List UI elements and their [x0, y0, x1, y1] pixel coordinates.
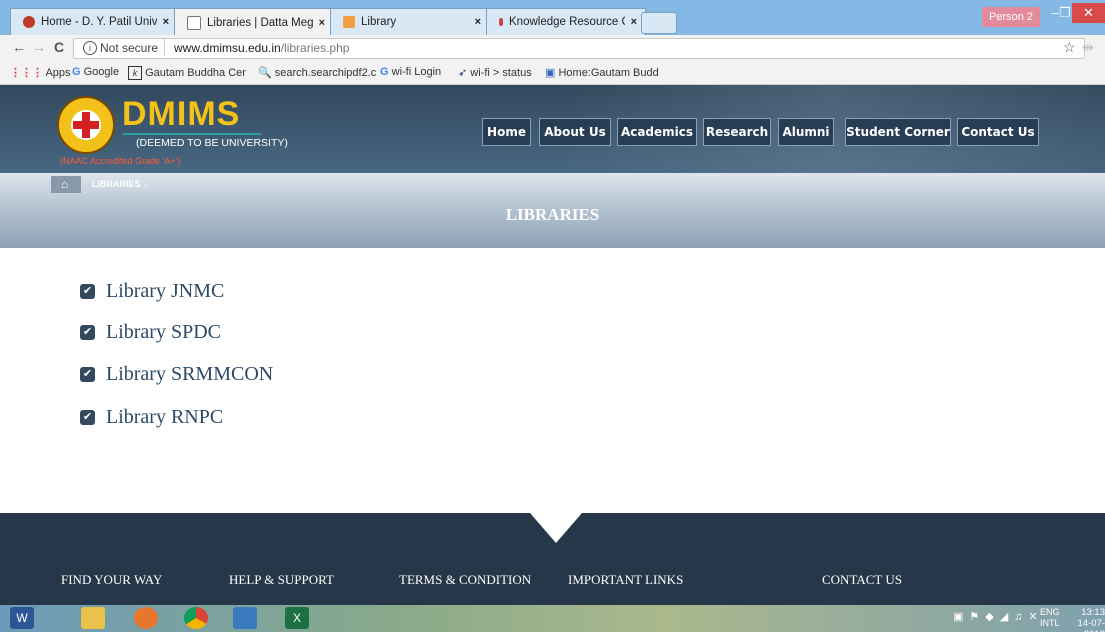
extension-icon[interactable]: ⇹ — [1082, 39, 1094, 56]
tab-knowledge-resource[interactable]: Knowledge Resource Cer × — [486, 8, 646, 35]
bookmark-star-icon[interactable]: ☆ — [1063, 39, 1076, 56]
nav-research[interactable]: Research — [703, 118, 771, 146]
bookmarks-bar: ⋮⋮⋮ Apps G Google k Gautam Buddha Cer 🔍 … — [0, 62, 1105, 85]
footer-find-your-way: FIND YOUR WAY — [61, 572, 163, 587]
search-icon: 🔍 — [258, 67, 272, 79]
tab-close-icon[interactable]: × — [319, 17, 325, 29]
footer-contact-us: CONTACT US — [822, 572, 902, 587]
nav-alumni[interactable]: Alumni — [778, 118, 834, 146]
tab-close-icon[interactable]: × — [631, 16, 637, 28]
maximize-icon[interactable]: ❐ — [1058, 3, 1072, 23]
windows-taskbar — [0, 605, 1105, 632]
library-link-rnpc[interactable]: ✔ Library RNPC — [80, 406, 223, 429]
tab-label: Libraries | Datta Meghe I — [207, 16, 313, 29]
tab-close-icon[interactable]: × — [475, 16, 481, 28]
page-favicon-icon — [187, 15, 201, 30]
library-link-jnmc[interactable]: ✔ Library JNMC — [80, 280, 224, 303]
library-label: Library JNMC — [106, 280, 225, 302]
library-label: Library SPDC — [106, 321, 221, 343]
url-text[interactable]: www.dmimsu.edu.in/libraries.php — [174, 41, 349, 55]
checkbox-icon: ✔ — [80, 284, 95, 299]
logo-name[interactable]: DMIMS — [122, 95, 240, 134]
nav-student-corner[interactable]: Student Corner — [845, 118, 951, 146]
logo-underline — [123, 133, 261, 135]
tab-libraries-active[interactable]: Libraries | Datta Meghe I × — [174, 8, 334, 36]
address-divider — [164, 39, 165, 56]
bookmark-google[interactable]: G Google — [72, 66, 119, 78]
forward-icon[interactable]: → — [32, 39, 46, 55]
reload-icon[interactable]: C — [54, 39, 64, 55]
word-icon[interactable]: W — [10, 607, 34, 629]
nav-academics[interactable]: Academics — [617, 118, 697, 146]
bookmark-gautam[interactable]: k Gautam Buddha Cer — [128, 66, 246, 80]
profile-button[interactable]: Person 2 — [982, 7, 1040, 27]
checkbox-icon: ✔ — [80, 410, 95, 425]
breadcrumb-chevron-icon: › — [143, 176, 148, 192]
new-tab-button[interactable] — [641, 12, 677, 34]
menu-dots-icon[interactable]: ⋮ — [1099, 39, 1105, 56]
bookmark-search[interactable]: 🔍 search.searchipdf2.c — [258, 66, 376, 79]
google-icon: G — [380, 66, 389, 78]
nav-contact-us[interactable]: Contact Us — [957, 118, 1039, 146]
footer-help-support: HELP & SUPPORT — [229, 572, 334, 587]
bookmark-apps[interactable]: ⋮⋮⋮ Apps — [10, 66, 71, 79]
window-close-icon[interactable]: ✕ — [1072, 3, 1105, 23]
file-explorer-icon[interactable] — [81, 607, 105, 629]
google-icon: G — [72, 66, 81, 78]
checkbox-icon: ✔ — [80, 325, 95, 340]
home-icon[interactable]: ⌂ — [61, 177, 68, 191]
library-label: Library SRMMCON — [106, 363, 274, 385]
tab-dy-patil[interactable]: Home - D. Y. Patil Univers × — [10, 8, 178, 35]
excel-icon[interactable]: X — [285, 607, 309, 629]
bookmark-home-gautam[interactable]: ▣ Home:Gautam Budd — [545, 66, 659, 79]
footer-important-links: IMPORTANT LINKS — [568, 572, 684, 587]
library-favicon-icon — [343, 16, 355, 28]
footer-notch — [530, 513, 582, 543]
tab-label: Knowledge Resource Cer — [509, 16, 625, 28]
university-seal-logo[interactable] — [57, 96, 115, 154]
logo-subtitle: (DEEMED TO BE UNIVERSITY) — [136, 137, 288, 149]
url-path: /libraries.php — [280, 41, 350, 55]
tray-icons[interactable]: ▣⚑◆◢♫✕ — [953, 610, 1044, 623]
library-label: Library RNPC — [106, 406, 224, 428]
apps-grid-icon: ⋮⋮⋮ — [10, 67, 43, 79]
k-site-icon: k — [128, 66, 142, 80]
info-icon[interactable]: i — [83, 41, 97, 55]
bookmark-wifi-login[interactable]: G wi-fi Login — [380, 66, 441, 78]
nav-about-us[interactable]: About Us — [539, 118, 611, 146]
tab-label: Library — [361, 16, 397, 28]
language-indicator[interactable]: ENG INTL — [1040, 607, 1060, 629]
url-host: www.dmimsu.edu.in — [174, 41, 281, 55]
bookmark-wifi-status[interactable]: ➶ wi-fi > status — [458, 66, 532, 79]
seal-cross — [73, 121, 99, 129]
library-link-srmmcon[interactable]: ✔ Library SRMMCON — [80, 363, 273, 386]
page-title: LIBRARIES — [505, 205, 600, 224]
back-icon[interactable]: ← — [12, 39, 26, 55]
taskbar-clock[interactable]: 13:13 14-07-2018 — [1060, 607, 1105, 640]
library-link-spdc[interactable]: ✔ Library SPDC — [80, 321, 221, 344]
chrome-active-icon[interactable] — [233, 607, 257, 629]
wifi-bird-icon: ➶ — [458, 67, 468, 79]
breadcrumb-current: LIBRARIES — [92, 179, 141, 189]
university-icon: ▣ — [545, 67, 556, 79]
tab-library[interactable]: Library × — [330, 8, 490, 35]
tab-close-icon[interactable]: × — [163, 16, 169, 28]
knowledge-favicon-icon — [499, 18, 503, 26]
nav-home[interactable]: Home — [482, 118, 531, 146]
footer-terms: TERMS & CONDITION — [399, 572, 532, 587]
security-label: Not secure — [100, 41, 159, 55]
tab-label: Home - D. Y. Patil Univers — [41, 16, 157, 28]
firefox-icon[interactable] — [134, 607, 158, 629]
checkbox-icon: ✔ — [80, 367, 95, 382]
shield-favicon-icon — [23, 16, 35, 28]
naac-accreditation: (NAAC Accredited Grade 'A+') — [60, 156, 181, 166]
chrome-icon[interactable] — [184, 607, 208, 629]
